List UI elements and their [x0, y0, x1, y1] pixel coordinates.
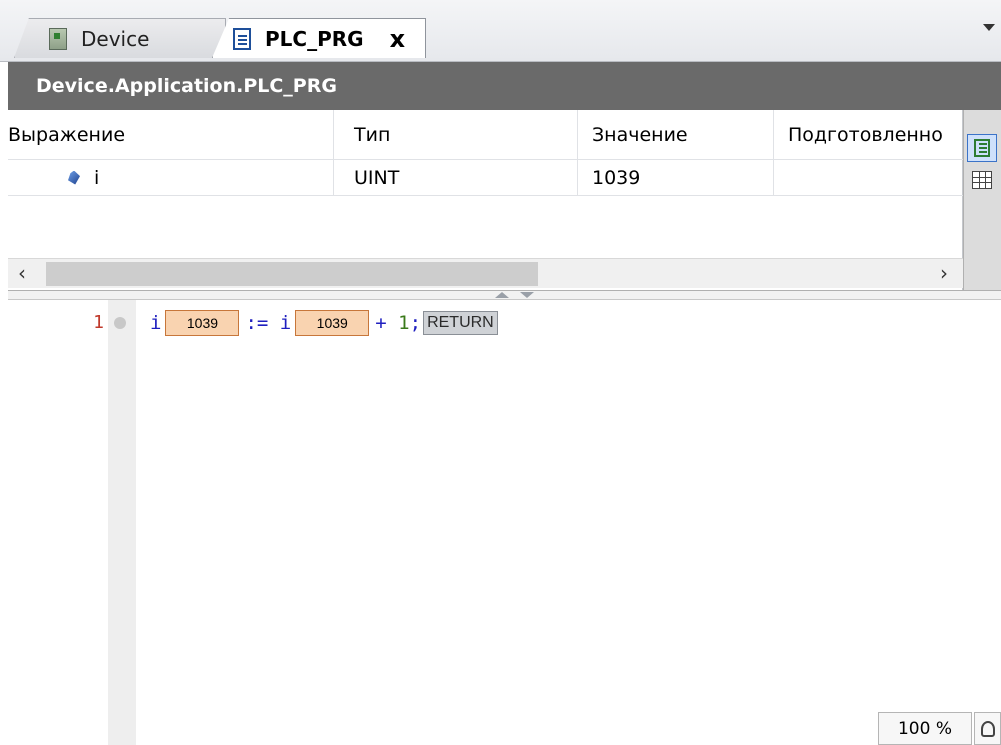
cell-value: 1039 — [577, 160, 773, 195]
token-variable: i — [279, 312, 292, 334]
token-operator: + — [375, 312, 387, 334]
scrollbar-thumb[interactable] — [46, 262, 538, 286]
cell-prepared-value[interactable] — [773, 160, 963, 195]
token-assign: := — [245, 312, 269, 334]
tab-device[interactable]: Device — [14, 18, 226, 58]
return-marker: RETURN — [423, 311, 498, 335]
column-header-prepared-value[interactable]: Подготовленно — [773, 110, 963, 159]
zoom-level[interactable]: 100 % — [878, 712, 972, 745]
token-variable: i — [150, 312, 162, 334]
table-icon — [972, 171, 992, 189]
close-tab-button[interactable]: x — [390, 25, 405, 53]
pane-splitter[interactable] — [8, 290, 1001, 300]
inline-monitoring-value[interactable]: 1039 — [165, 310, 240, 336]
breakpoint-marker-icon[interactable] — [114, 317, 126, 329]
object-path: Device.Application.PLC_PRG — [36, 75, 337, 97]
code-editor[interactable]: 1 i 1039 := i 1039 + 1 ; RETURN 100 % — [8, 300, 1001, 745]
tab-device-label: Device — [81, 26, 150, 51]
tab-plc-prg[interactable]: PLC_PRG x — [212, 18, 426, 58]
zoom-icon[interactable] — [974, 712, 1001, 745]
tab-list-dropdown-icon[interactable] — [983, 24, 995, 31]
collapse-up-icon[interactable] — [495, 292, 509, 298]
watch-list-view-button[interactable] — [967, 134, 997, 162]
tab-plc-prg-label: PLC_PRG — [265, 26, 364, 51]
table-view-button[interactable] — [967, 166, 997, 194]
watch-list-icon — [974, 139, 990, 157]
column-header-value[interactable]: Значение — [577, 110, 773, 159]
breakpoint-margin[interactable] — [108, 300, 136, 745]
cell-type: UINT — [333, 160, 577, 195]
expression-text: i — [94, 166, 100, 189]
inline-monitoring-value[interactable]: 1039 — [295, 310, 370, 336]
editor-tab-strip: Device PLC_PRG x — [0, 0, 1001, 62]
variable-icon — [68, 170, 80, 185]
table-row[interactable]: i UINT 1039 — [8, 160, 963, 196]
watch-view-toolbar — [963, 110, 1001, 296]
cell-expression: i — [8, 167, 333, 189]
horizontal-scrollbar[interactable]: ‹ › — [8, 258, 963, 288]
watch-header-row: Выражение Тип Значение Подготовленно — [8, 110, 963, 160]
code-line[interactable]: i 1039 := i 1039 + 1 ; RETURN — [150, 310, 498, 336]
path-header: Device.Application.PLC_PRG — [8, 62, 1001, 110]
scroll-right-icon[interactable]: › — [940, 261, 948, 285]
document-icon — [233, 27, 251, 50]
column-header-expression[interactable]: Выражение — [8, 124, 333, 146]
scroll-left-icon[interactable]: ‹ — [18, 261, 26, 285]
column-header-type[interactable]: Тип — [333, 110, 577, 159]
line-number: 1 — [93, 312, 104, 333]
collapse-down-icon[interactable] — [520, 292, 534, 298]
watch-table: Выражение Тип Значение Подготовленно i U… — [8, 110, 963, 290]
line-number-gutter: 1 — [8, 300, 136, 745]
token-literal: 1 — [398, 312, 410, 334]
token-terminator: ; — [409, 312, 422, 334]
device-icon — [49, 27, 67, 50]
